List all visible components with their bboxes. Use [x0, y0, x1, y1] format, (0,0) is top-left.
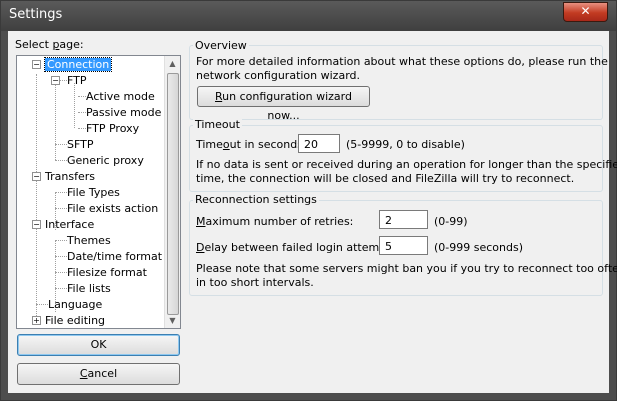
tree-item-file-lists[interactable]: File lists [67, 281, 111, 296]
max-retries-label: Maximum number of retries: [196, 215, 354, 228]
tree-line [55, 208, 67, 209]
title-bar[interactable]: Settings ✕ [1, 1, 616, 31]
tree-scrollbar[interactable]: ▲ ▼ [164, 56, 180, 328]
max-retries-input[interactable]: 2 [379, 210, 428, 229]
collapse-icon[interactable]: − [32, 60, 41, 69]
tree-item-connection[interactable]: Connection [43, 57, 113, 72]
tree-item-sftp[interactable]: SFTP [67, 137, 93, 152]
tree-line [36, 74, 37, 320]
tree-item-generic-proxy[interactable]: Generic proxy [67, 153, 144, 168]
close-icon: ✕ [580, 4, 591, 18]
tree-line [55, 160, 67, 161]
run-wizard-button[interactable]: Run configuration wizard now... [197, 86, 370, 122]
timeout-label: Timeout in seconds: [196, 138, 307, 151]
reconnect-note-line1: Please note that some servers might ban … [196, 262, 617, 275]
window-title: Settings [9, 7, 63, 22]
reconnection-title: Reconnection settings [193, 193, 319, 206]
tree-line [36, 304, 48, 305]
overview-text-line1: For more detailed information about what… [196, 55, 608, 68]
tree-line [55, 240, 67, 241]
delay-hint: (0-999 seconds) [434, 241, 524, 254]
tree-item-file-exists-action[interactable]: File exists action [67, 201, 158, 216]
delay-input[interactable]: 5 [379, 236, 428, 255]
tree-line [74, 83, 75, 128]
tree-line [78, 128, 86, 129]
collapse-icon[interactable]: − [51, 76, 60, 85]
dialog-client: Select page: − − − − + Connection FTP Ac… [8, 31, 617, 393]
tree-item-filesize-format[interactable]: Filesize format [67, 265, 147, 280]
max-retries-hint: (0-99) [434, 215, 468, 228]
tree-item-themes[interactable]: Themes [67, 233, 111, 248]
tree-item-interface[interactable]: Interface [45, 217, 94, 232]
settings-window: Settings ✕ Select page: − − − − + Connec… [0, 0, 617, 401]
tree-line [55, 80, 56, 160]
expand-icon[interactable]: + [32, 316, 41, 325]
tree-item-active-mode[interactable]: Active mode [86, 89, 155, 104]
scroll-down-icon[interactable]: ▼ [165, 313, 180, 328]
cancel-button[interactable]: Cancel [17, 363, 180, 385]
tree-line [55, 272, 67, 273]
tree-line [59, 80, 67, 81]
tree-line [55, 144, 67, 145]
timeout-title: Timeout [193, 118, 242, 131]
reconnect-note-line2: in too short intervals. [196, 276, 314, 289]
tree-item-ftp-proxy[interactable]: FTP Proxy [86, 121, 139, 136]
timeout-desc-line1: If no data is sent or received during an… [196, 158, 617, 171]
tree-item-transfers[interactable]: Transfers [45, 169, 95, 184]
tree-item-file-editing[interactable]: File editing [45, 313, 105, 328]
ok-button[interactable]: OK [17, 334, 180, 356]
tree-line [55, 288, 67, 289]
tree-line [78, 112, 86, 113]
tree-item-language[interactable]: Language [48, 297, 102, 312]
tree-item-passive-mode[interactable]: Passive mode [86, 105, 161, 120]
collapse-icon[interactable]: − [32, 172, 41, 181]
page-tree[interactable]: − − − − + Connection FTP Active mode Pas… [16, 55, 181, 329]
tree-item-file-types[interactable]: File Types [67, 185, 120, 200]
timeout-desc-line2: time, the connection will be closed and … [196, 172, 575, 185]
tree-line [55, 256, 67, 257]
close-button[interactable]: ✕ [563, 2, 608, 22]
overview-text-line2: network configuration wizard. [196, 69, 361, 82]
overview-title: Overview [193, 39, 249, 52]
tree-item-date-time-format[interactable]: Date/time format [67, 249, 162, 264]
scroll-thumb[interactable] [167, 73, 179, 315]
tree-line [78, 96, 86, 97]
collapse-icon[interactable]: − [32, 220, 41, 229]
tree-item-ftp[interactable]: FTP [67, 73, 87, 88]
timeout-hint: (5-9999, 0 to disable) [346, 138, 465, 151]
select-page-label: Select page: [15, 38, 84, 51]
timeout-input[interactable]: 20 [298, 134, 340, 153]
tree-line [55, 192, 67, 193]
delay-label: Delay between failed login attempts: [196, 241, 400, 254]
scroll-up-icon[interactable]: ▲ [165, 56, 180, 71]
